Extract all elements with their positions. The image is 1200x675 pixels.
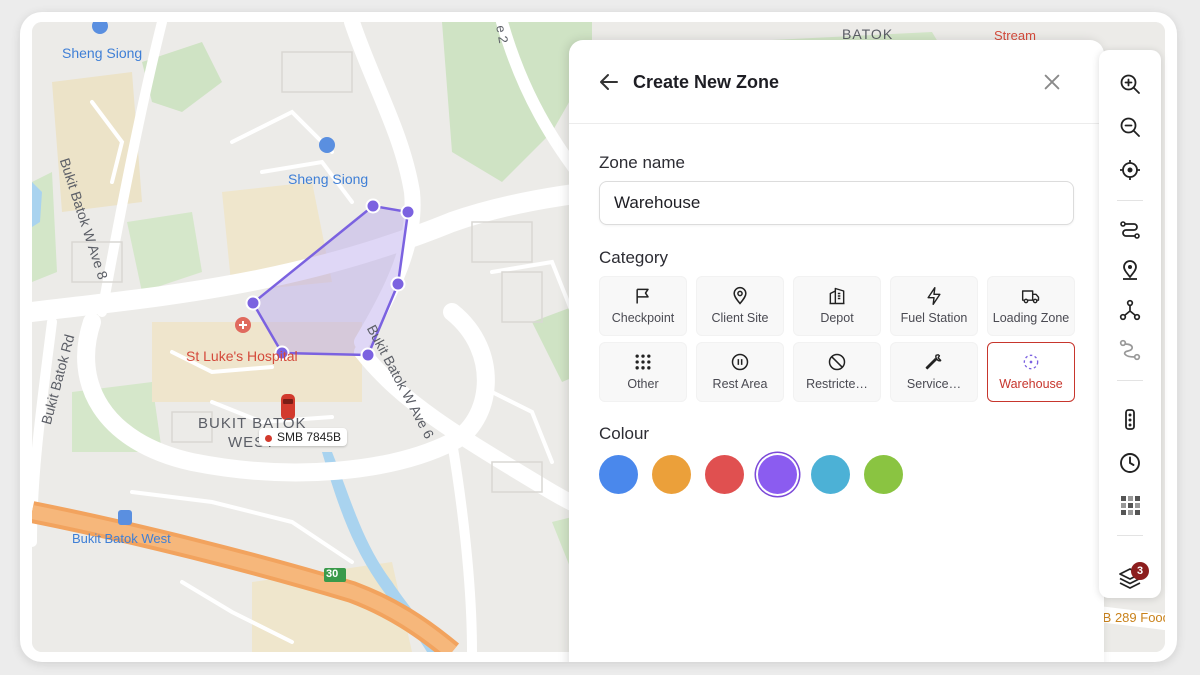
map-label: e 2: [493, 24, 512, 45]
zone-vertex-handle: [245, 295, 261, 311]
category-loading-zone[interactable]: Loading Zone: [987, 276, 1075, 336]
category-grid: Checkpoint Client Site Depot Fuel Statio…: [599, 276, 1077, 402]
zone-vertex-handle: [360, 347, 376, 363]
zone-vertex-handle: [390, 276, 406, 292]
colour-label: Colour: [599, 424, 650, 443]
category-rest-area[interactable]: Rest Area: [696, 342, 784, 402]
layers-count-badge: 3: [1131, 562, 1149, 580]
category-label: Client Site: [711, 311, 769, 325]
dots-grid-icon: [635, 354, 651, 370]
category-restricted[interactable]: Restricte…: [793, 342, 881, 402]
path-icon[interactable]: [1118, 338, 1142, 362]
zone-name-label: Zone name: [599, 153, 685, 172]
vehicle-status-dot: [265, 435, 272, 442]
colour-swatches: [599, 455, 903, 494]
map-pin-icon: [733, 286, 747, 305]
map-label: Sheng Siong: [288, 171, 369, 187]
colour-swatch-blue[interactable]: [599, 455, 638, 494]
clock-icon[interactable]: [1118, 451, 1142, 475]
building-icon: [829, 287, 845, 305]
back-arrow-icon[interactable]: [597, 70, 621, 94]
prohibited-icon: [828, 353, 846, 371]
category-service[interactable]: Service…: [890, 342, 978, 402]
location-pin-icon[interactable]: [1118, 258, 1142, 282]
network-icon[interactable]: [1118, 298, 1142, 322]
shop-poi-icon: [319, 137, 335, 153]
category-warehouse[interactable]: Warehouse: [987, 342, 1075, 402]
zoom-out-icon[interactable]: [1118, 115, 1142, 139]
category-other[interactable]: Other: [599, 342, 687, 402]
create-zone-panel: Create New Zone Zone name Category Check…: [569, 40, 1104, 662]
colour-swatch-red[interactable]: [705, 455, 744, 494]
colour-swatch-purple[interactable]: [758, 455, 797, 494]
close-icon[interactable]: [1041, 71, 1063, 93]
dashed-target-icon: [1023, 354, 1039, 370]
category-fuel-station[interactable]: Fuel Station: [890, 276, 978, 336]
mrt-station-icon: [118, 510, 132, 525]
truck-icon: [1021, 290, 1040, 304]
colour-swatch-cyan[interactable]: [811, 455, 850, 494]
zoom-in-icon[interactable]: [1118, 72, 1142, 96]
toolbar-divider: [1117, 380, 1143, 381]
vehicle-plate-tag[interactable]: SMB 7845B: [259, 428, 348, 446]
colour-swatch-orange[interactable]: [652, 455, 691, 494]
category-label: Rest Area: [712, 377, 768, 391]
panel-header: Create New Zone: [569, 40, 1104, 124]
category-label: Fuel Station: [900, 311, 968, 325]
app-frame: Sheng Siong Sheng Siong Bukit Batok W Av…: [20, 12, 1177, 662]
route-shield-label: 30: [326, 568, 339, 580]
lightning-icon: [927, 286, 941, 306]
wrench-icon: [925, 354, 942, 370]
map-label: Sheng Siong: [62, 45, 143, 61]
zone-vertex-handle: [365, 198, 381, 214]
map-label: St Luke's Hospital: [186, 348, 298, 364]
pause-circle-icon: [731, 353, 749, 371]
category-label: Other: [627, 377, 659, 391]
panel-title: Create New Zone: [633, 72, 780, 92]
category-label: Warehouse: [999, 377, 1063, 391]
category-client-site[interactable]: Client Site: [696, 276, 784, 336]
locate-icon[interactable]: [1118, 158, 1142, 182]
grid-icon[interactable]: [1118, 493, 1142, 517]
zone-vertex-handle: [400, 204, 416, 220]
toolbar-divider: [1117, 535, 1143, 536]
category-label: Service…: [906, 377, 962, 391]
map-toolbar: 3: [1099, 50, 1161, 598]
zone-name-input[interactable]: [599, 181, 1074, 225]
toolbar-divider: [1117, 200, 1143, 201]
vehicle-plate-label: SMB 7845B: [277, 430, 342, 444]
flag-icon: [636, 288, 649, 304]
category-checkpoint[interactable]: Checkpoint: [599, 276, 687, 336]
map-label: BB 289 Food: [1094, 610, 1165, 625]
category-label: Category: [599, 248, 668, 267]
traffic-light-icon[interactable]: [1118, 408, 1142, 432]
map-label: Bukit Batok West: [72, 531, 171, 546]
route-icon[interactable]: [1118, 217, 1142, 241]
category-label: Loading Zone: [992, 311, 1070, 325]
category-label: Checkpoint: [611, 311, 675, 325]
category-depot[interactable]: Depot: [793, 276, 881, 336]
category-label: Depot: [820, 311, 854, 325]
category-label: Restricte…: [806, 377, 868, 391]
colour-swatch-green[interactable]: [864, 455, 903, 494]
